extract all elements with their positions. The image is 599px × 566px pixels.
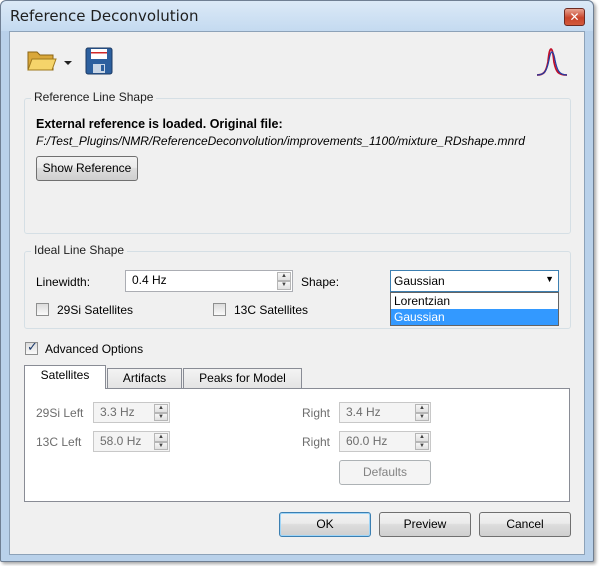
reference-file-path: F:/Test_Plugins/NMR/ReferenceDeconvoluti… xyxy=(36,134,525,148)
open-dropdown-button[interactable] xyxy=(63,56,73,66)
si-left-value: 3.3 Hz xyxy=(100,405,135,419)
shape-option-gaussian[interactable]: Gaussian xyxy=(391,309,558,325)
save-button[interactable] xyxy=(84,46,114,76)
c-left-label: 13C Left xyxy=(36,435,82,449)
si-satellites-label: 29Si Satellites xyxy=(57,303,134,317)
advanced-options-label: Advanced Options xyxy=(45,342,144,356)
shape-dropdown-list: Lorentzian Gaussian xyxy=(390,292,559,326)
peak-shape-icon xyxy=(536,48,568,76)
si-left-label: 29Si Left xyxy=(36,406,84,420)
defaults-button[interactable]: Defaults xyxy=(339,460,431,485)
c13-satellites-checkbox[interactable] xyxy=(213,303,226,316)
close-icon: ✕ xyxy=(569,10,580,24)
dropdown-arrow-icon xyxy=(64,61,72,65)
peak-shape-button[interactable] xyxy=(534,46,570,78)
advanced-options-checkbox[interactable] xyxy=(25,340,38,355)
defaults-label: Defaults xyxy=(362,465,408,479)
tab-artifacts-label: Artifacts xyxy=(122,371,167,385)
si-satellites-checkbox[interactable] xyxy=(36,303,49,316)
tab-satellites[interactable]: Satellites xyxy=(24,365,106,389)
dialog-client: Reference Line Shape External reference … xyxy=(9,31,585,555)
si-left-stepper[interactable]: ▲ ▼ xyxy=(154,404,168,421)
cancel-label: Cancel xyxy=(506,517,544,531)
shape-select[interactable]: Gaussian ▼ xyxy=(390,270,559,292)
title-bar[interactable]: Reference Deconvolution ✕ xyxy=(1,1,593,31)
tab-peaks-label: Peaks for Model xyxy=(199,371,286,385)
close-button[interactable]: ✕ xyxy=(564,8,585,26)
linewidth-stepper[interactable]: ▲ ▼ xyxy=(277,272,291,290)
cancel-button[interactable]: Cancel xyxy=(479,512,571,537)
c13-satellites-label: 13C Satellites xyxy=(234,303,309,317)
dialog-window: Reference Deconvolution ✕ Reference Line… xyxy=(0,0,594,562)
linewidth-value: 0.4 Hz xyxy=(132,273,167,287)
c-left-value: 58.0 Hz xyxy=(100,434,142,448)
open-button[interactable] xyxy=(26,46,60,74)
linewidth-input[interactable]: 0.4 Hz ▲ ▼ xyxy=(125,270,293,292)
linewidth-label: Linewidth: xyxy=(36,275,91,289)
si-right-value: 3.4 Hz xyxy=(346,405,381,419)
c-right-input[interactable]: 60.0 Hz ▲ ▼ xyxy=(339,431,431,452)
window-title: Reference Deconvolution xyxy=(10,7,199,25)
c-right-value: 60.0 Hz xyxy=(346,434,388,448)
si-left-input[interactable]: 3.3 Hz ▲ ▼ xyxy=(93,402,170,423)
c-left-stepper[interactable]: ▲ ▼ xyxy=(154,433,168,450)
si-right-label: Right xyxy=(302,406,331,420)
c-left-input[interactable]: 58.0 Hz ▲ ▼ xyxy=(93,431,170,452)
shape-selected-value: Gaussian xyxy=(394,274,445,288)
si-right-stepper[interactable]: ▲ ▼ xyxy=(415,404,429,421)
reference-status: External reference is loaded. Original f… xyxy=(36,117,283,131)
spin-down-icon[interactable]: ▼ xyxy=(277,281,291,290)
chevron-down-icon: ▼ xyxy=(545,274,554,284)
ok-label: OK xyxy=(316,517,334,531)
show-reference-button[interactable]: Show Reference xyxy=(36,156,138,181)
shape-label: Shape: xyxy=(301,275,340,289)
tab-peaks-for-model[interactable]: Peaks for Model xyxy=(183,368,302,389)
spin-up-icon[interactable]: ▲ xyxy=(277,272,291,281)
c-right-label: Right xyxy=(302,435,331,449)
show-reference-label: Show Reference xyxy=(42,161,132,175)
preview-button[interactable]: Preview xyxy=(379,512,471,537)
shape-option-lorentzian[interactable]: Lorentzian xyxy=(391,293,558,309)
preview-label: Preview xyxy=(403,517,447,531)
reference-group-label: Reference Line Shape xyxy=(31,90,157,104)
c-right-stepper[interactable]: ▲ ▼ xyxy=(415,433,429,450)
tab-satellites-label: Satellites xyxy=(40,368,90,382)
si-right-input[interactable]: 3.4 Hz ▲ ▼ xyxy=(339,402,431,423)
save-icon xyxy=(85,47,113,75)
folder-open-icon xyxy=(27,51,57,71)
ideal-group-label: Ideal Line Shape xyxy=(31,243,128,257)
ok-button[interactable]: OK xyxy=(279,512,371,537)
tab-artifacts[interactable]: Artifacts xyxy=(107,368,182,389)
